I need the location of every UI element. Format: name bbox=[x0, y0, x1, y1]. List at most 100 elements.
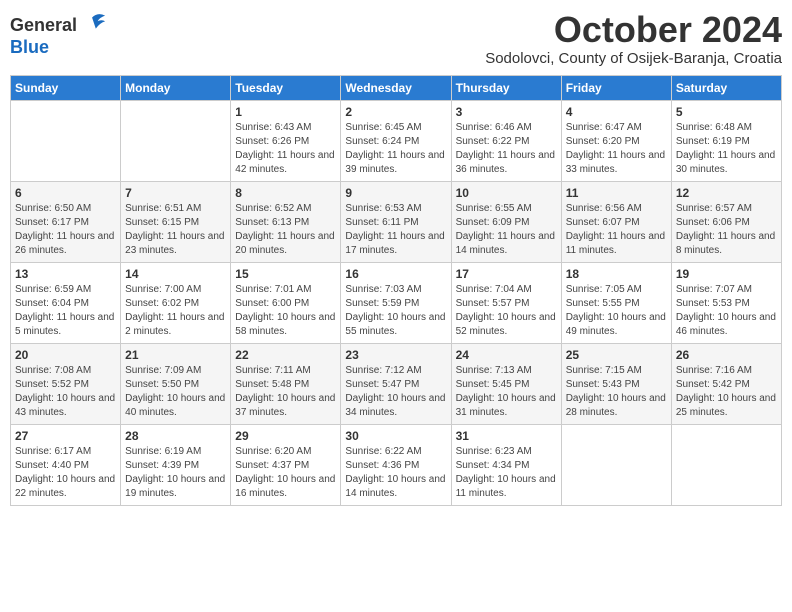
day-number: 15 bbox=[235, 267, 336, 281]
day-detail: Sunrise: 6:43 AM Sunset: 6:26 PM Dayligh… bbox=[235, 122, 334, 175]
location-title: Sodolovci, County of Osijek-Baranja, Cro… bbox=[485, 50, 782, 67]
calendar-day-cell: 20 Sunrise: 7:08 AM Sunset: 5:52 PM Dayli… bbox=[11, 343, 121, 424]
day-detail: Sunrise: 7:12 AM Sunset: 5:47 PM Dayligh… bbox=[345, 365, 445, 418]
weekday-header-row: SundayMondayTuesdayWednesdayThursdayFrid… bbox=[11, 75, 782, 100]
day-number: 26 bbox=[676, 348, 777, 362]
day-detail: Sunrise: 7:03 AM Sunset: 5:59 PM Dayligh… bbox=[345, 284, 445, 337]
logo-general: General bbox=[10, 16, 77, 36]
day-number: 21 bbox=[125, 348, 226, 362]
calendar-day-cell: 5 Sunrise: 6:48 AM Sunset: 6:19 PM Daylig… bbox=[671, 100, 781, 181]
day-detail: Sunrise: 7:05 AM Sunset: 5:55 PM Dayligh… bbox=[566, 284, 666, 337]
day-detail: Sunrise: 7:07 AM Sunset: 5:53 PM Dayligh… bbox=[676, 284, 776, 337]
calendar-day-cell: 30 Sunrise: 6:22 AM Sunset: 4:36 PM Dayli… bbox=[341, 424, 451, 505]
calendar-day-cell: 13 Sunrise: 6:59 AM Sunset: 6:04 PM Dayli… bbox=[11, 262, 121, 343]
calendar-table: SundayMondayTuesdayWednesdayThursdayFrid… bbox=[10, 75, 782, 506]
day-number: 20 bbox=[15, 348, 116, 362]
calendar-day-cell: 15 Sunrise: 7:01 AM Sunset: 6:00 PM Dayli… bbox=[231, 262, 341, 343]
day-number: 7 bbox=[125, 186, 226, 200]
day-detail: Sunrise: 7:11 AM Sunset: 5:48 PM Dayligh… bbox=[235, 365, 335, 418]
month-title: October 2024 bbox=[485, 10, 782, 50]
calendar-day-cell: 16 Sunrise: 7:03 AM Sunset: 5:59 PM Dayli… bbox=[341, 262, 451, 343]
day-detail: Sunrise: 6:19 AM Sunset: 4:39 PM Dayligh… bbox=[125, 446, 225, 499]
calendar-day-cell: 24 Sunrise: 7:13 AM Sunset: 5:45 PM Dayli… bbox=[451, 343, 561, 424]
calendar-day-cell: 26 Sunrise: 7:16 AM Sunset: 5:42 PM Dayli… bbox=[671, 343, 781, 424]
day-detail: Sunrise: 6:50 AM Sunset: 6:17 PM Dayligh… bbox=[15, 203, 114, 256]
day-number: 8 bbox=[235, 186, 336, 200]
calendar-day-cell bbox=[121, 100, 231, 181]
day-number: 30 bbox=[345, 429, 446, 443]
day-detail: Sunrise: 6:20 AM Sunset: 4:37 PM Dayligh… bbox=[235, 446, 335, 499]
day-number: 25 bbox=[566, 348, 667, 362]
calendar-day-cell: 7 Sunrise: 6:51 AM Sunset: 6:15 PM Daylig… bbox=[121, 181, 231, 262]
day-detail: Sunrise: 6:47 AM Sunset: 6:20 PM Dayligh… bbox=[566, 122, 665, 175]
day-detail: Sunrise: 7:15 AM Sunset: 5:43 PM Dayligh… bbox=[566, 365, 666, 418]
day-number: 22 bbox=[235, 348, 336, 362]
day-detail: Sunrise: 6:51 AM Sunset: 6:15 PM Dayligh… bbox=[125, 203, 224, 256]
calendar-day-cell: 11Sunrise: 6:56 AM Sunset: 6:07 PM Dayli… bbox=[561, 181, 671, 262]
weekday-header-cell: Saturday bbox=[671, 75, 781, 100]
calendar-day-cell bbox=[671, 424, 781, 505]
calendar-day-cell: 4 Sunrise: 6:47 AM Sunset: 6:20 PM Daylig… bbox=[561, 100, 671, 181]
day-number: 23 bbox=[345, 348, 446, 362]
calendar-week-row: 13 Sunrise: 6:59 AM Sunset: 6:04 PM Dayli… bbox=[11, 262, 782, 343]
calendar-week-row: 27 Sunrise: 6:17 AM Sunset: 4:40 PM Dayli… bbox=[11, 424, 782, 505]
day-number: 27 bbox=[15, 429, 116, 443]
day-number: 31 bbox=[456, 429, 557, 443]
weekday-header-cell: Monday bbox=[121, 75, 231, 100]
calendar-day-cell: 21Sunrise: 7:09 AM Sunset: 5:50 PM Dayli… bbox=[121, 343, 231, 424]
calendar-day-cell: 2Sunrise: 6:45 AM Sunset: 6:24 PM Daylig… bbox=[341, 100, 451, 181]
day-detail: Sunrise: 6:52 AM Sunset: 6:13 PM Dayligh… bbox=[235, 203, 334, 256]
title-block: October 2024 Sodolovci, County of Osijek… bbox=[485, 10, 782, 67]
calendar-body: 1 Sunrise: 6:43 AM Sunset: 6:26 PM Daylig… bbox=[11, 100, 782, 505]
day-detail: Sunrise: 7:04 AM Sunset: 5:57 PM Dayligh… bbox=[456, 284, 556, 337]
day-number: 16 bbox=[345, 267, 446, 281]
day-number: 5 bbox=[676, 105, 777, 119]
logo-blue: Blue bbox=[10, 38, 107, 58]
day-number: 18 bbox=[566, 267, 667, 281]
calendar-day-cell: 31 Sunrise: 6:23 AM Sunset: 4:34 PM Dayli… bbox=[451, 424, 561, 505]
day-number: 1 bbox=[235, 105, 336, 119]
calendar-day-cell: 18 Sunrise: 7:05 AM Sunset: 5:55 PM Dayli… bbox=[561, 262, 671, 343]
day-detail: Sunrise: 7:08 AM Sunset: 5:52 PM Dayligh… bbox=[15, 365, 115, 418]
day-number: 4 bbox=[566, 105, 667, 119]
day-number: 13 bbox=[15, 267, 116, 281]
weekday-header-cell: Tuesday bbox=[231, 75, 341, 100]
calendar-day-cell: 6 Sunrise: 6:50 AM Sunset: 6:17 PM Daylig… bbox=[11, 181, 121, 262]
day-number: 14 bbox=[125, 267, 226, 281]
calendar-day-cell: 28Sunrise: 6:19 AM Sunset: 4:39 PM Dayli… bbox=[121, 424, 231, 505]
day-number: 29 bbox=[235, 429, 336, 443]
day-detail: Sunrise: 6:57 AM Sunset: 6:06 PM Dayligh… bbox=[676, 203, 775, 256]
day-detail: Sunrise: 6:48 AM Sunset: 6:19 PM Dayligh… bbox=[676, 122, 775, 175]
day-detail: Sunrise: 6:22 AM Sunset: 4:36 PM Dayligh… bbox=[345, 446, 445, 499]
day-number: 11 bbox=[566, 186, 667, 200]
day-detail: Sunrise: 6:55 AM Sunset: 6:09 PM Dayligh… bbox=[456, 203, 555, 256]
day-detail: Sunrise: 7:13 AM Sunset: 5:45 PM Dayligh… bbox=[456, 365, 556, 418]
day-detail: Sunrise: 6:59 AM Sunset: 6:04 PM Dayligh… bbox=[15, 284, 114, 337]
day-detail: Sunrise: 7:00 AM Sunset: 6:02 PM Dayligh… bbox=[125, 284, 224, 337]
day-detail: Sunrise: 6:17 AM Sunset: 4:40 PM Dayligh… bbox=[15, 446, 115, 499]
weekday-header-cell: Friday bbox=[561, 75, 671, 100]
calendar-day-cell: 10 Sunrise: 6:55 AM Sunset: 6:09 PM Dayli… bbox=[451, 181, 561, 262]
day-detail: Sunrise: 6:45 AM Sunset: 6:24 PM Dayligh… bbox=[345, 122, 444, 175]
calendar-day-cell: 27 Sunrise: 6:17 AM Sunset: 4:40 PM Dayli… bbox=[11, 424, 121, 505]
day-number: 10 bbox=[456, 186, 557, 200]
day-detail: Sunrise: 6:23 AM Sunset: 4:34 PM Dayligh… bbox=[456, 446, 556, 499]
logo-bird-icon bbox=[79, 10, 107, 38]
logo: General Blue bbox=[10, 14, 107, 58]
day-number: 6 bbox=[15, 186, 116, 200]
calendar-day-cell: 9Sunrise: 6:53 AM Sunset: 6:11 PM Daylig… bbox=[341, 181, 451, 262]
calendar-day-cell: 29 Sunrise: 6:20 AM Sunset: 4:37 PM Dayli… bbox=[231, 424, 341, 505]
calendar-day-cell: 25 Sunrise: 7:15 AM Sunset: 5:43 PM Dayli… bbox=[561, 343, 671, 424]
calendar-day-cell: 22 Sunrise: 7:11 AM Sunset: 5:48 PM Dayli… bbox=[231, 343, 341, 424]
page-header: General Blue October 2024 Sodolovci, Cou… bbox=[10, 10, 782, 67]
day-number: 3 bbox=[456, 105, 557, 119]
day-number: 12 bbox=[676, 186, 777, 200]
calendar-week-row: 1 Sunrise: 6:43 AM Sunset: 6:26 PM Daylig… bbox=[11, 100, 782, 181]
day-number: 24 bbox=[456, 348, 557, 362]
day-detail: Sunrise: 7:01 AM Sunset: 6:00 PM Dayligh… bbox=[235, 284, 335, 337]
calendar-week-row: 6 Sunrise: 6:50 AM Sunset: 6:17 PM Daylig… bbox=[11, 181, 782, 262]
calendar-day-cell: 14 Sunrise: 7:00 AM Sunset: 6:02 PM Dayli… bbox=[121, 262, 231, 343]
calendar-day-cell bbox=[561, 424, 671, 505]
day-detail: Sunrise: 6:53 AM Sunset: 6:11 PM Dayligh… bbox=[345, 203, 444, 256]
day-detail: Sunrise: 7:16 AM Sunset: 5:42 PM Dayligh… bbox=[676, 365, 776, 418]
